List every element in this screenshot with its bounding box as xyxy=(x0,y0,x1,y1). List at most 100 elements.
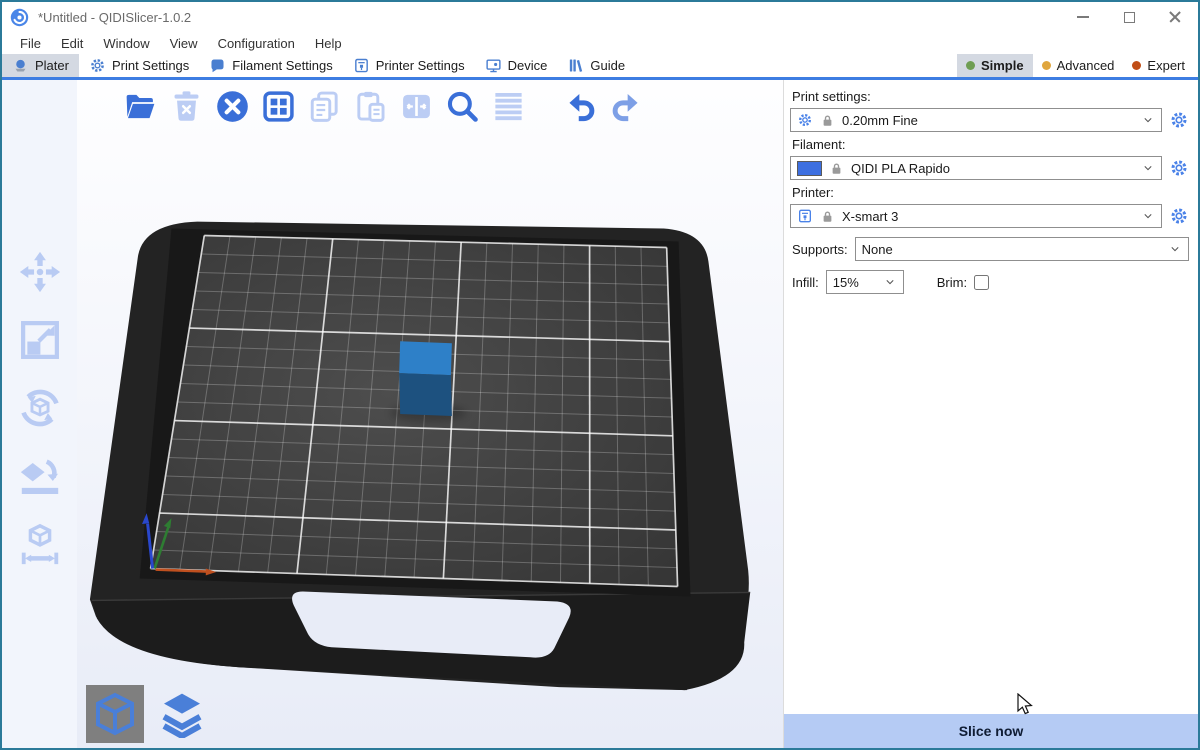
title-bar: *Untitled - QIDISlicer-1.0.2 xyxy=(2,2,1198,32)
delete-all-button[interactable] xyxy=(211,85,253,127)
tab-printer-settings[interactable]: Printer Settings xyxy=(343,54,475,77)
undo-icon xyxy=(563,89,598,124)
redo-button[interactable] xyxy=(605,85,647,127)
scale-icon xyxy=(17,317,63,363)
tab-bar: Plater Print Settings Filament Settings Pri… xyxy=(2,54,1198,80)
delete-button[interactable] xyxy=(165,85,207,127)
lock-icon xyxy=(829,161,844,176)
filament-color-swatch xyxy=(797,161,822,176)
paste-button[interactable] xyxy=(349,85,391,127)
printer-icon xyxy=(353,57,370,74)
slice-now-button[interactable]: Slice now xyxy=(784,714,1198,748)
infill-select[interactable]: 15% xyxy=(826,270,904,294)
mode-dot xyxy=(966,61,975,70)
scale-tool-button[interactable] xyxy=(12,312,68,368)
split-objects-button[interactable] xyxy=(395,85,437,127)
filament-select[interactable]: QIDI PLA Rapido xyxy=(790,156,1162,180)
delete-all-icon xyxy=(215,89,250,124)
tab-guide[interactable]: Guide xyxy=(557,54,635,77)
chevron-down-icon xyxy=(1141,161,1155,175)
guide-icon xyxy=(567,57,584,74)
view-3d-button[interactable] xyxy=(86,685,144,743)
flatten-icon xyxy=(17,453,63,499)
tab-device[interactable]: Device xyxy=(475,54,558,77)
lock-icon xyxy=(820,209,835,224)
mode-simple[interactable]: Simple xyxy=(957,54,1033,77)
main-area: Print settings: 0.20mm Fine Filament: QI… xyxy=(2,80,1198,748)
print-settings-label: Print settings: xyxy=(792,89,1189,104)
maximize-button[interactable] xyxy=(1106,2,1152,32)
printer-value: X-smart 3 xyxy=(842,209,1134,224)
arrange-icon xyxy=(261,89,296,124)
model-cube[interactable] xyxy=(399,341,452,416)
chevron-down-icon xyxy=(883,275,897,289)
printer-label: Printer: xyxy=(792,185,1189,200)
menu-file[interactable]: File xyxy=(10,32,51,54)
menu-window[interactable]: Window xyxy=(93,32,159,54)
copy-button[interactable] xyxy=(303,85,345,127)
tab-label: Guide xyxy=(590,58,625,73)
infill-label: Infill: xyxy=(792,275,819,290)
mode-selector: Simple Advanced Expert xyxy=(957,54,1194,77)
window-title: *Untitled - QIDISlicer-1.0.2 xyxy=(38,10,191,25)
search-icon xyxy=(445,89,480,124)
menu-configuration[interactable]: Configuration xyxy=(208,32,305,54)
variable-layer-height-button[interactable] xyxy=(487,85,529,127)
print-settings-gear-button[interactable] xyxy=(1169,110,1189,130)
view-preview-button[interactable] xyxy=(153,685,211,743)
3d-scene[interactable] xyxy=(77,80,783,748)
menu-edit[interactable]: Edit xyxy=(51,32,93,54)
tab-label: Filament Settings xyxy=(232,58,332,73)
supports-select[interactable]: None xyxy=(855,237,1189,261)
move-tool-button[interactable] xyxy=(12,244,68,300)
rotate-icon xyxy=(17,385,63,431)
layers-lines-icon xyxy=(491,89,526,124)
mode-label: Advanced xyxy=(1057,58,1115,73)
minimize-button[interactable] xyxy=(1060,2,1106,32)
gear-icon xyxy=(89,57,106,74)
chevron-down-icon xyxy=(1168,242,1182,256)
redo-icon xyxy=(609,89,644,124)
place-on-face-button[interactable] xyxy=(12,448,68,504)
close-button[interactable] xyxy=(1152,2,1198,32)
open-project-button[interactable] xyxy=(119,85,161,127)
brim-checkbox[interactable] xyxy=(974,275,989,290)
tab-label: Print Settings xyxy=(112,58,189,73)
app-logo-icon xyxy=(10,8,29,27)
app-window: *Untitled - QIDISlicer-1.0.2 FileEditWin… xyxy=(0,0,1200,750)
menu-help[interactable]: Help xyxy=(305,32,352,54)
arrange-button[interactable] xyxy=(257,85,299,127)
folder-open-icon xyxy=(123,89,158,124)
print-settings-select[interactable]: 0.20mm Fine xyxy=(790,108,1162,132)
tab-label: Device xyxy=(508,58,548,73)
tab-print-settings[interactable]: Print Settings xyxy=(79,54,199,77)
mode-advanced[interactable]: Advanced xyxy=(1033,54,1124,77)
mode-label: Expert xyxy=(1147,58,1185,73)
supports-label: Supports: xyxy=(792,242,848,257)
rotate-tool-button[interactable] xyxy=(12,380,68,436)
mode-dot xyxy=(1132,61,1141,70)
filament-icon xyxy=(209,57,226,74)
menu-bar: FileEditWindowViewConfigurationHelp xyxy=(2,32,1198,54)
copy-icon xyxy=(307,89,342,124)
undo-button[interactable] xyxy=(559,85,601,127)
mode-expert[interactable]: Expert xyxy=(1123,54,1194,77)
filament-gear-button[interactable] xyxy=(1169,158,1189,178)
layers-stack-icon xyxy=(158,690,206,738)
3d-viewport[interactable] xyxy=(77,80,783,748)
filament-value: QIDI PLA Rapido xyxy=(851,161,1134,176)
printer-gear-button[interactable] xyxy=(1169,206,1189,226)
tab-plater[interactable]: Plater xyxy=(2,54,79,77)
gizmo-toolbar xyxy=(2,80,77,748)
measure-tool-button[interactable] xyxy=(12,516,68,572)
printer-select[interactable]: X-smart 3 xyxy=(790,204,1162,228)
chevron-down-icon xyxy=(1141,209,1155,223)
tab-filament-settings[interactable]: Filament Settings xyxy=(199,54,342,77)
view-switcher xyxy=(86,685,211,743)
trash-icon xyxy=(169,89,204,124)
measure-icon xyxy=(17,521,63,567)
search-button[interactable] xyxy=(441,85,483,127)
infill-value: 15% xyxy=(833,275,876,290)
menu-view[interactable]: View xyxy=(160,32,208,54)
cube-icon xyxy=(91,690,139,738)
